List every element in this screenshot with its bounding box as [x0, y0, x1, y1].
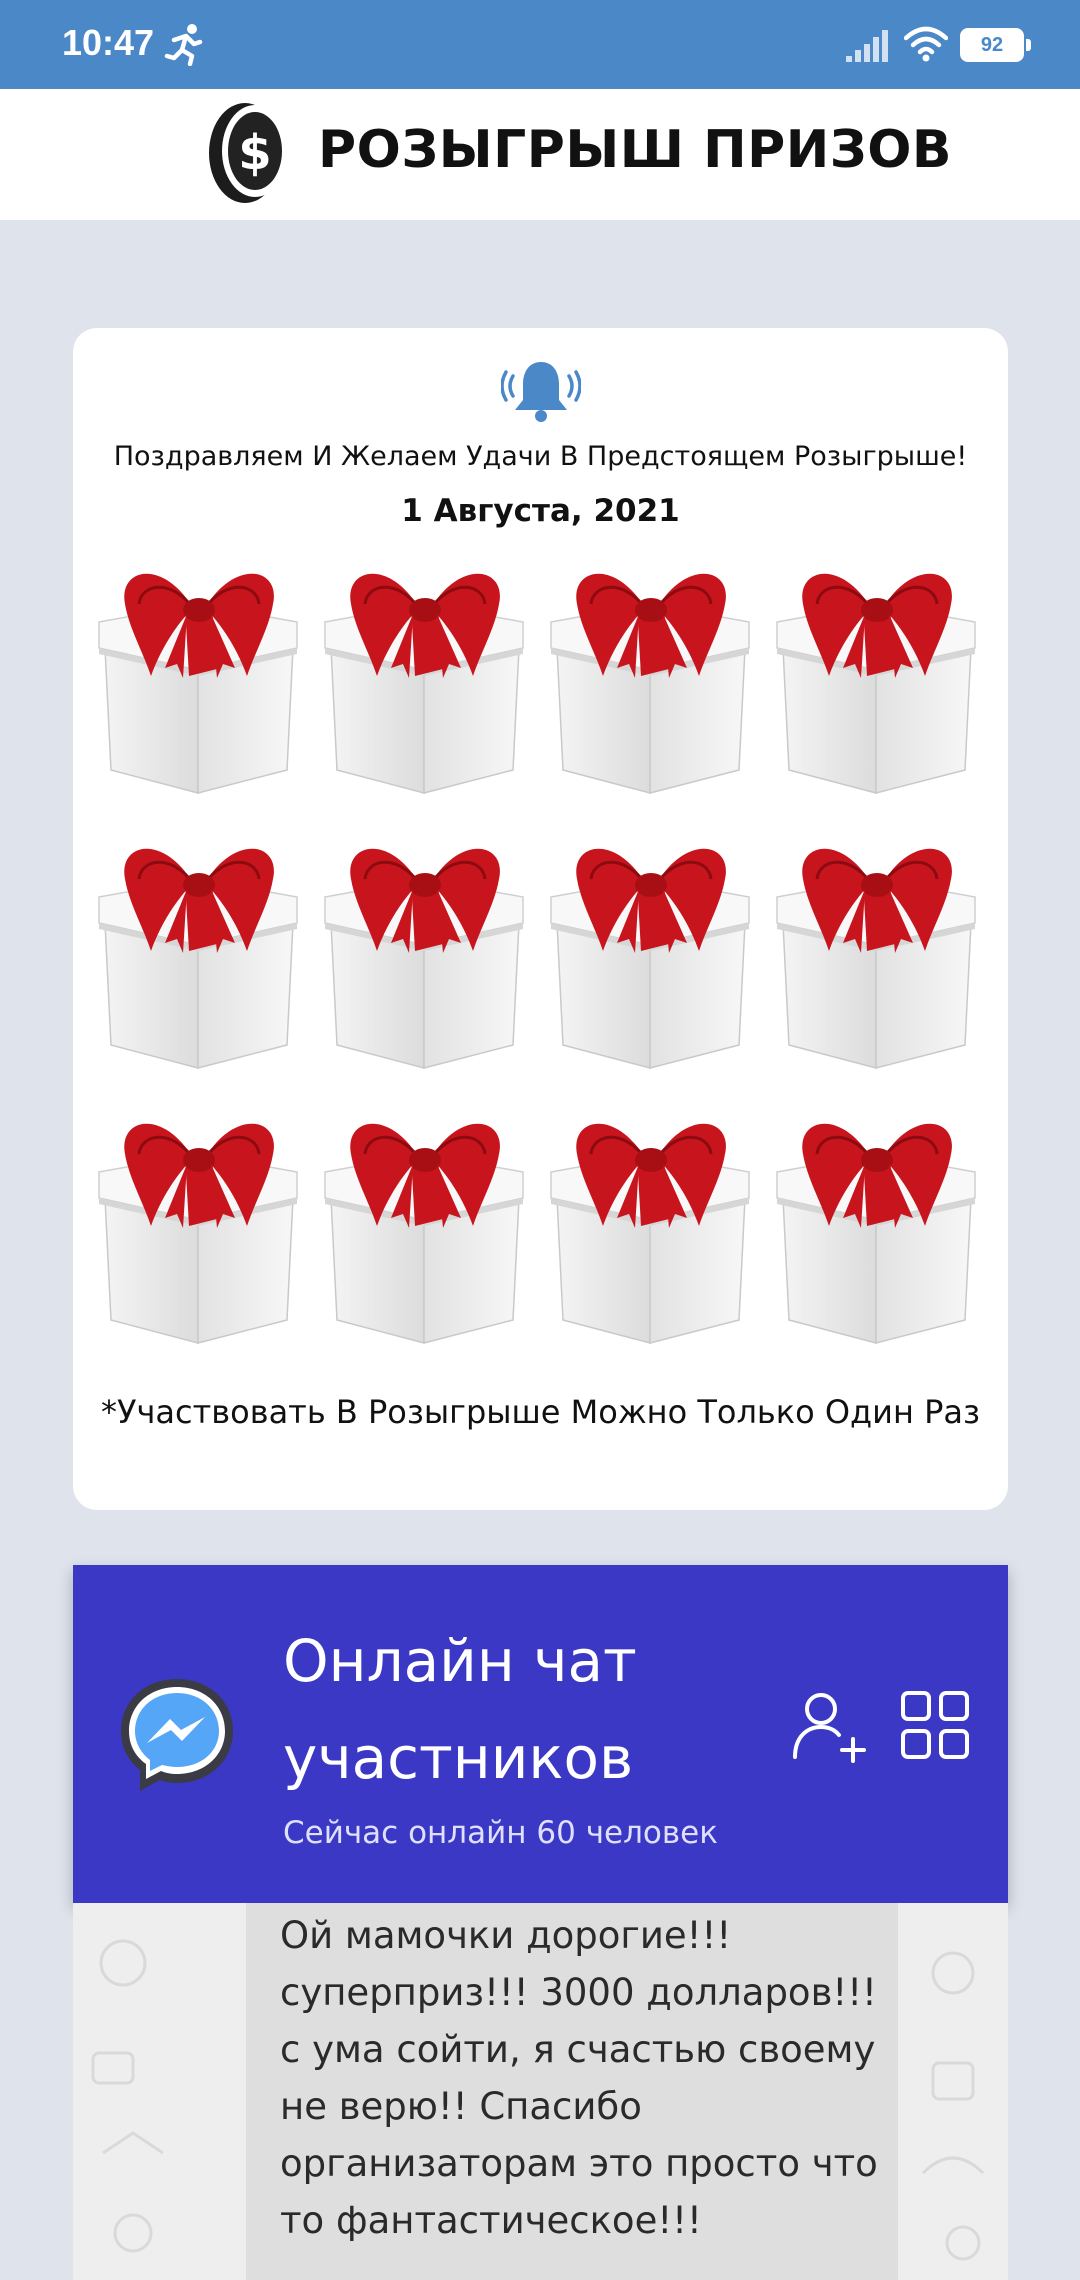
chat-title: Онлайн чат участников	[283, 1627, 637, 1792]
status-time: 10:47	[62, 22, 155, 63]
gift-box[interactable]	[545, 1098, 755, 1348]
svg-text:$: $	[238, 125, 271, 181]
congrats-text: Поздравляем И Желаем Удачи В Предстоящем…	[113, 441, 968, 472]
draw-date: 1 Августа, 2021	[401, 493, 680, 529]
battery-level: 92	[960, 28, 1024, 62]
gift-box[interactable]	[319, 548, 529, 798]
gift-box[interactable]	[771, 1098, 981, 1348]
chat-message-text: Ой мамочки дорогие!!! суперприз!!! 3000 …	[280, 1914, 878, 2242]
battery-icon: 92	[960, 28, 1032, 62]
wifi-icon	[904, 26, 948, 62]
messenger-icon[interactable]	[115, 1673, 239, 1797]
add-user-icon[interactable]	[791, 1687, 867, 1763]
status-bar: 10:47 92	[0, 0, 1080, 89]
running-icon	[164, 24, 203, 66]
gift-box[interactable]	[545, 548, 755, 798]
signal-icon	[846, 30, 888, 62]
app-header: $ РОЗЫГРЫШ ПРИЗОВ	[0, 89, 1080, 220]
disclaimer-text: *Участвовать В Розыгрыше Можно Только Од…	[101, 1393, 980, 1431]
gift-box[interactable]	[93, 548, 303, 798]
gift-box[interactable]	[545, 823, 755, 1073]
prize-card: Поздравляем И Желаем Удачи В Предстоящем…	[73, 328, 1008, 1510]
dollar-coin-icon: $	[209, 103, 288, 203]
gift-box[interactable]	[93, 823, 303, 1073]
gift-box[interactable]	[93, 1098, 303, 1348]
gift-grid	[93, 548, 993, 1344]
online-count: Сейчас онлайн 60 человек	[283, 1815, 718, 1851]
gift-box[interactable]	[771, 823, 981, 1073]
chat-header: Онлайн чат участников Сейчас онлайн 60 ч…	[73, 1565, 1008, 1903]
gift-box[interactable]	[771, 548, 981, 798]
gift-box[interactable]	[319, 1098, 529, 1348]
grid-icon[interactable]	[899, 1689, 971, 1761]
chat-area[interactable]: Ой мамочки дорогие!!! суперприз!!! 3000 …	[73, 1903, 1008, 2280]
page-title: РОЗЫГРЫШ ПРИЗОВ	[318, 120, 953, 180]
gift-box[interactable]	[319, 823, 529, 1073]
bell-icon	[501, 362, 581, 422]
